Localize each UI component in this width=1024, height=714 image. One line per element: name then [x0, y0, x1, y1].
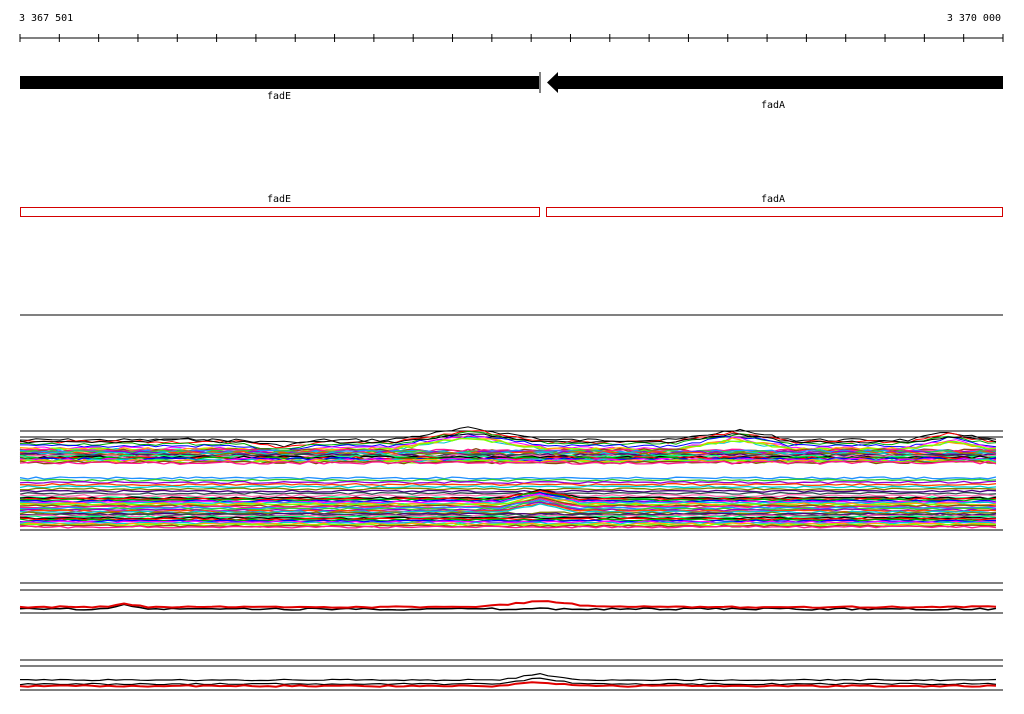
- panel-2-trace-black-b: [19, 677, 997, 686]
- coordinate-ruler: [19, 34, 1004, 42]
- expression-traces-panel: [19, 426, 1003, 531]
- gene-track: [20, 72, 1003, 93]
- expression-trace: [19, 476, 997, 480]
- expression-traces: [19, 426, 997, 529]
- strand-coverage-panel-1: [19, 582, 1003, 614]
- expression-trace: [19, 489, 997, 493]
- cds-box-fadA[interactable]: [546, 207, 1003, 217]
- track-canvas: [19, 34, 1004, 691]
- panel-1-trace-red: [19, 600, 997, 609]
- expression-trace: [19, 487, 997, 491]
- gene-arrow-fadE[interactable]: [20, 76, 539, 89]
- expression-trace: [19, 491, 997, 496]
- expression-trace: [19, 478, 997, 482]
- strand-coverage-panel-2: [19, 659, 1003, 691]
- cds-track: [20, 207, 1003, 217]
- panel-2-trace-black-a: [20, 672, 997, 682]
- gene-arrow-fadA[interactable]: [547, 72, 1003, 93]
- expression-trace: [19, 485, 997, 489]
- cds-box-fadE[interactable]: [20, 207, 540, 217]
